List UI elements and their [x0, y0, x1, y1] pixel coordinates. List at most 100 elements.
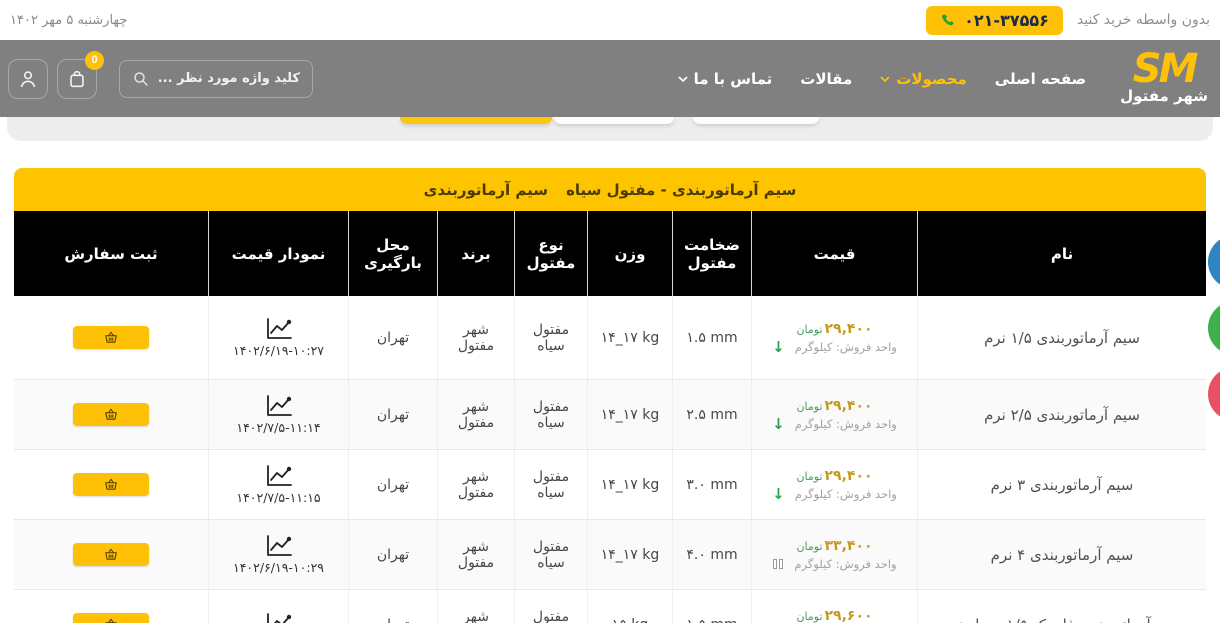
sale-unit-label: واحد فروش: کیلوگرم: [795, 487, 897, 501]
nav-item-home[interactable]: صفحه اصلی: [995, 70, 1086, 88]
loading-location: تهران: [349, 296, 438, 379]
table-row: سیم آرماتوربندی ۱/۵ نرم ۲۹,۴۰۰ تومان واح…: [14, 296, 1206, 379]
loading-location: تهران: [349, 520, 438, 589]
thickness-value: ۱.۵ mm: [673, 590, 752, 623]
order-button[interactable]: [73, 473, 149, 496]
order-button[interactable]: [73, 403, 149, 426]
social-red-button[interactable]: [1208, 367, 1220, 421]
account-button[interactable]: [8, 59, 48, 99]
basket-icon: [104, 548, 118, 561]
tagline-text: بدون واسطه خرید کنید: [1077, 12, 1210, 28]
current-date: چهارشنبه ۵ مهر ۱۴۰۲: [10, 13, 127, 28]
nav-label: محصولات: [896, 70, 967, 88]
search-box[interactable]: [119, 60, 313, 98]
brand-name: شهر مفتول: [438, 590, 515, 623]
product-name[interactable]: سیم آرماتوربندی ۴ نرم: [918, 520, 1206, 589]
header-tools: 0: [8, 59, 313, 99]
col-header-order: ثبت سفارش: [14, 211, 209, 296]
nav-label: مقالات: [800, 70, 852, 88]
phone-number: ۰۲۱-۳۷۵۵۶: [964, 11, 1049, 30]
currency-label: تومان: [796, 470, 822, 483]
nav-item-products[interactable]: محصولات: [880, 70, 967, 88]
nav-item-articles[interactable]: مقالات: [800, 70, 852, 88]
cart-button[interactable]: 0: [57, 59, 97, 99]
product-name[interactable]: سیم آرماتوربندی ۳ نرم: [918, 450, 1206, 519]
thickness-value: ۴.۰ mm: [673, 520, 752, 589]
currency-label: تومان: [796, 323, 822, 336]
search-input[interactable]: [158, 71, 300, 86]
sale-unit-label: واحد فروش: کیلوگرم: [794, 557, 896, 571]
order-button[interactable]: [73, 543, 149, 566]
currency-label: تومان: [796, 610, 822, 623]
nav-item-contact[interactable]: تماس با ما: [678, 70, 773, 88]
price-value: ۲۹,۴۰۰: [825, 321, 873, 337]
basket-icon: [104, 408, 118, 421]
thickness-value: ۳.۰ mm: [673, 450, 752, 519]
price-chart-cell[interactable]: ۱۴۰۲/۷/۵-۱۱:۱۵: [209, 450, 349, 519]
nav-label: صفحه اصلی: [995, 70, 1086, 88]
thickness-value: ۲.۵ mm: [673, 380, 752, 449]
brand-name: شهر مفتول: [438, 520, 515, 589]
topbar-contact: بدون واسطه خرید کنید ۰۲۱-۳۷۵۵۶: [926, 6, 1210, 35]
col-header-location: محل بارگیری: [349, 211, 438, 296]
tab-sliver[interactable]: [554, 117, 674, 124]
price-chart-cell[interactable]: ۱۴۰۲/۶/۱۹-۱۰:۲۷: [209, 296, 349, 379]
brand-name: شهر مفتول: [438, 296, 515, 379]
price-value: ۲۹,۴۰۰: [825, 398, 873, 414]
main-nav: صفحه اصلی محصولات مقالات تماس با ما: [678, 70, 1087, 88]
table-title-bar: سیم آرماتوربندی - مفتول سیاه سیم آرماتور…: [14, 168, 1206, 211]
price-table: نام قیمت ضخامت مفتول وزن نوع مفتول برند …: [14, 211, 1206, 623]
table-row: سیم آرماتوربندی ۳ نرم ۲۹,۴۰۰ تومان واحد …: [14, 449, 1206, 519]
social-blue-button[interactable]: [1208, 235, 1220, 289]
thickness-value: ۱.۵ mm: [673, 296, 752, 379]
shopping-bag-icon: [66, 68, 88, 90]
price-down-icon: ↓: [772, 340, 785, 355]
price-cell: ۲۹,۶۰۰ تومان واحد فروش: کیلوگرم ↓: [752, 590, 918, 623]
col-header-type: نوع مفتول: [515, 211, 588, 296]
table-row: سیم آرماتوربندی ۲/۵ نرم ۲۹,۴۰۰ تومان واح…: [14, 379, 1206, 449]
price-chart-cell[interactable]: [209, 590, 349, 623]
price-steady-icon: [772, 559, 784, 569]
weight-value: ۱۴_۱۷ kg: [588, 380, 673, 449]
order-cell: [14, 450, 209, 519]
wire-type: مفتول سیاه: [515, 590, 588, 623]
title-category: سیم آرماتوربندی - مفتول سیاه: [566, 181, 796, 199]
cart-count-badge: 0: [85, 51, 104, 70]
chart-update-date: ۱۴۰۲/۶/۱۹-۱۰:۲۷: [233, 343, 324, 358]
chart-update-date: ۱۴۰۲/۷/۵-۱۱:۱۴: [236, 420, 320, 435]
tab-sliver-active[interactable]: [400, 117, 552, 124]
logo-subtext: شهر مفتول: [1120, 87, 1208, 105]
wire-type: مفتول سیاه: [515, 450, 588, 519]
price-cell: ۲۹,۴۰۰ تومان واحد فروش: کیلوگرم ↓: [752, 450, 918, 519]
order-button[interactable]: [73, 613, 149, 623]
price-value: ۲۹,۴۰۰: [825, 468, 873, 484]
price-cell: ۲۹,۴۰۰ تومان واحد فروش: کیلوگرم ↓: [752, 296, 918, 379]
col-header-price: قیمت: [752, 211, 918, 296]
social-green-button[interactable]: [1208, 301, 1220, 355]
product-name[interactable]: سیم آرماتوربندی ۱/۵ نرم: [918, 296, 1206, 379]
price-chart-cell[interactable]: ۱۴۰۲/۷/۵-۱۱:۱۴: [209, 380, 349, 449]
main-header: SM شهر مفتول صفحه اصلی محصولات مقالات تم…: [0, 40, 1220, 117]
price-down-icon: ↓: [772, 417, 785, 432]
search-icon: [132, 70, 150, 88]
product-name[interactable]: سیم آرماتوربندی فابریک ۱/۵ بسیار نرم: [918, 590, 1206, 623]
site-logo[interactable]: SM شهر مفتول: [1120, 52, 1208, 105]
order-cell: [14, 590, 209, 623]
filter-strip: [7, 117, 1213, 141]
weight-value: ۱۴_۱۷ kg: [588, 520, 673, 589]
product-name[interactable]: سیم آرماتوربندی ۲/۵ نرم: [918, 380, 1206, 449]
brand-name: شهر مفتول: [438, 380, 515, 449]
phone-badge[interactable]: ۰۲۱-۳۷۵۵۶: [926, 6, 1063, 35]
tab-sliver[interactable]: [693, 117, 819, 124]
line-chart-icon: [264, 534, 294, 558]
order-cell: [14, 520, 209, 589]
currency-label: تومان: [796, 540, 822, 553]
price-cell: ۲۹,۴۰۰ تومان واحد فروش: کیلوگرم ↓: [752, 380, 918, 449]
order-button[interactable]: [73, 326, 149, 349]
basket-icon: [104, 618, 118, 623]
price-chart-cell[interactable]: ۱۴۰۲/۶/۱۹-۱۰:۲۹: [209, 520, 349, 589]
loading-location: تهران: [349, 380, 438, 449]
loading-location: تهران: [349, 450, 438, 519]
sale-unit-label: واحد فروش: کیلوگرم: [795, 340, 897, 354]
table-row: سیم آرماتوربندی ۴ نرم ۳۳,۴۰۰ تومان واحد …: [14, 519, 1206, 589]
